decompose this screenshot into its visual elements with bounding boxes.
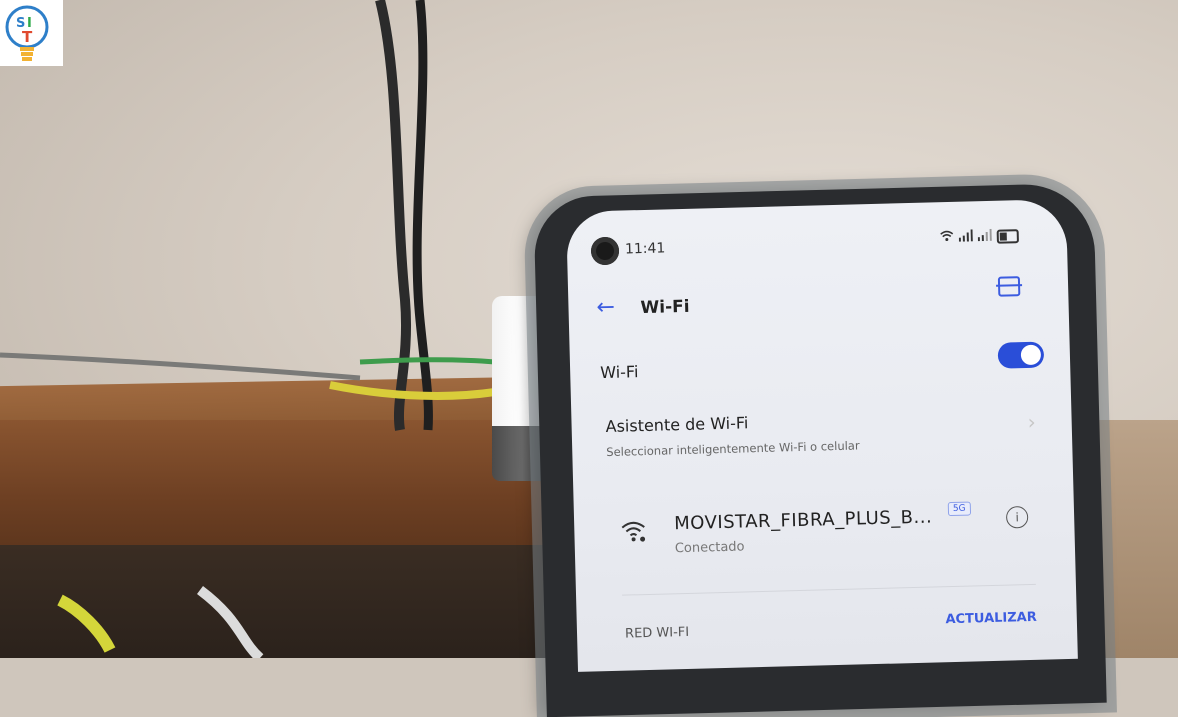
refresh-button[interactable]: ACTUALIZAR [945, 610, 1037, 627]
front-camera [590, 236, 620, 266]
page-title: Wi-Fi [640, 296, 690, 319]
status-icons [940, 228, 1019, 245]
divider [622, 583, 1036, 596]
chevron-right-icon: › [1027, 409, 1036, 434]
wifi-assistant-title[interactable]: Asistente de Wi-Fi [605, 413, 748, 436]
network-info-icon[interactable]: i [1005, 506, 1029, 529]
status-time: 11:41 [624, 240, 666, 258]
network-name[interactable]: MOVISTAR_FIBRA_PLUS_B... [674, 507, 933, 535]
scan-qr-icon[interactable] [997, 276, 1021, 297]
wifi-toggle[interactable] [997, 341, 1045, 369]
channel-logo: S I T [0, 0, 63, 66]
battery-icon [996, 228, 1019, 244]
wifi-assistant-subtitle: Seleccionar inteligentemente Wi-Fi o cel… [606, 438, 860, 460]
lightbulb-logo-icon: S I T [5, 5, 49, 61]
signal-icon-2 [977, 228, 992, 244]
phone-screen: 11:41 ← Wi-Fi Wi-Fi Asistente de Wi-Fi S… [566, 198, 1078, 672]
wifi-toggle-label: Wi-Fi [599, 362, 639, 383]
signal-icon-1 [958, 229, 973, 244]
svg-text:T: T [22, 28, 33, 46]
network-status: Conectado [674, 539, 745, 557]
wifi-status-icon [940, 230, 954, 245]
back-arrow-icon[interactable]: ← [596, 295, 615, 320]
network-band-badge: 5G [947, 501, 971, 517]
wifi-connected-icon [621, 521, 646, 542]
section-heading: RED WI-FI [624, 624, 690, 642]
